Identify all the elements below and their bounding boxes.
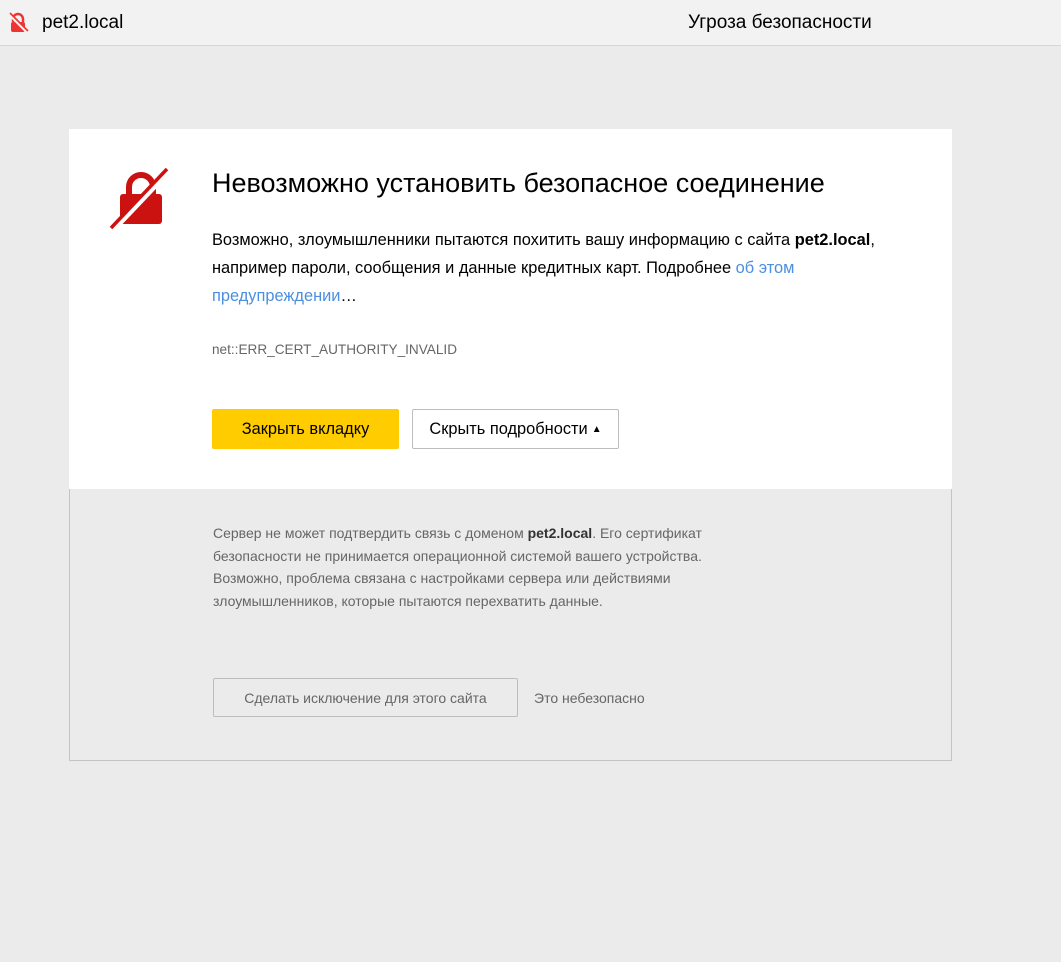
error-code: net::ERR_CERT_AUTHORITY_INVALID xyxy=(212,342,458,357)
unsafe-note: Это небезопасно xyxy=(534,690,645,706)
hide-details-label: Скрыть подробности xyxy=(429,419,588,438)
details-panel: Сервер не может подтвердить связь с доме… xyxy=(69,489,952,761)
warning-description: Возможно, злоумышленники пытаются похити… xyxy=(212,226,902,310)
details-text: Сервер не может подтвердить связь с доме… xyxy=(213,522,733,612)
warning-description-text: Возможно, злоумышленники пытаются похити… xyxy=(212,231,795,249)
warning-card: Невозможно установить безопасное соедине… xyxy=(69,129,952,489)
hide-details-button[interactable]: Скрыть подробности ▲ xyxy=(412,409,619,449)
details-text-part-1: Сервер не может подтвердить связь с доме… xyxy=(213,525,528,541)
close-tab-button[interactable]: Закрыть вкладку xyxy=(212,409,399,449)
chevron-up-icon: ▲ xyxy=(591,423,602,435)
address-domain[interactable]: pet2.local xyxy=(42,11,123,35)
page-tab-title: Угроза безопасности xyxy=(688,12,872,33)
details-text-domain: pet2.local xyxy=(527,525,593,541)
address-bar: pet2.local Угроза безопасности xyxy=(0,0,1061,46)
broken-lock-icon[interactable] xyxy=(6,11,30,35)
warning-description-domain: pet2.local xyxy=(794,231,871,249)
page-title: Невозможно установить безопасное соедине… xyxy=(212,168,825,198)
crossed-lock-icon xyxy=(109,167,172,232)
add-exception-button[interactable]: Сделать исключение для этого сайта xyxy=(213,678,518,717)
warning-description-ellipsis: … xyxy=(340,287,357,305)
